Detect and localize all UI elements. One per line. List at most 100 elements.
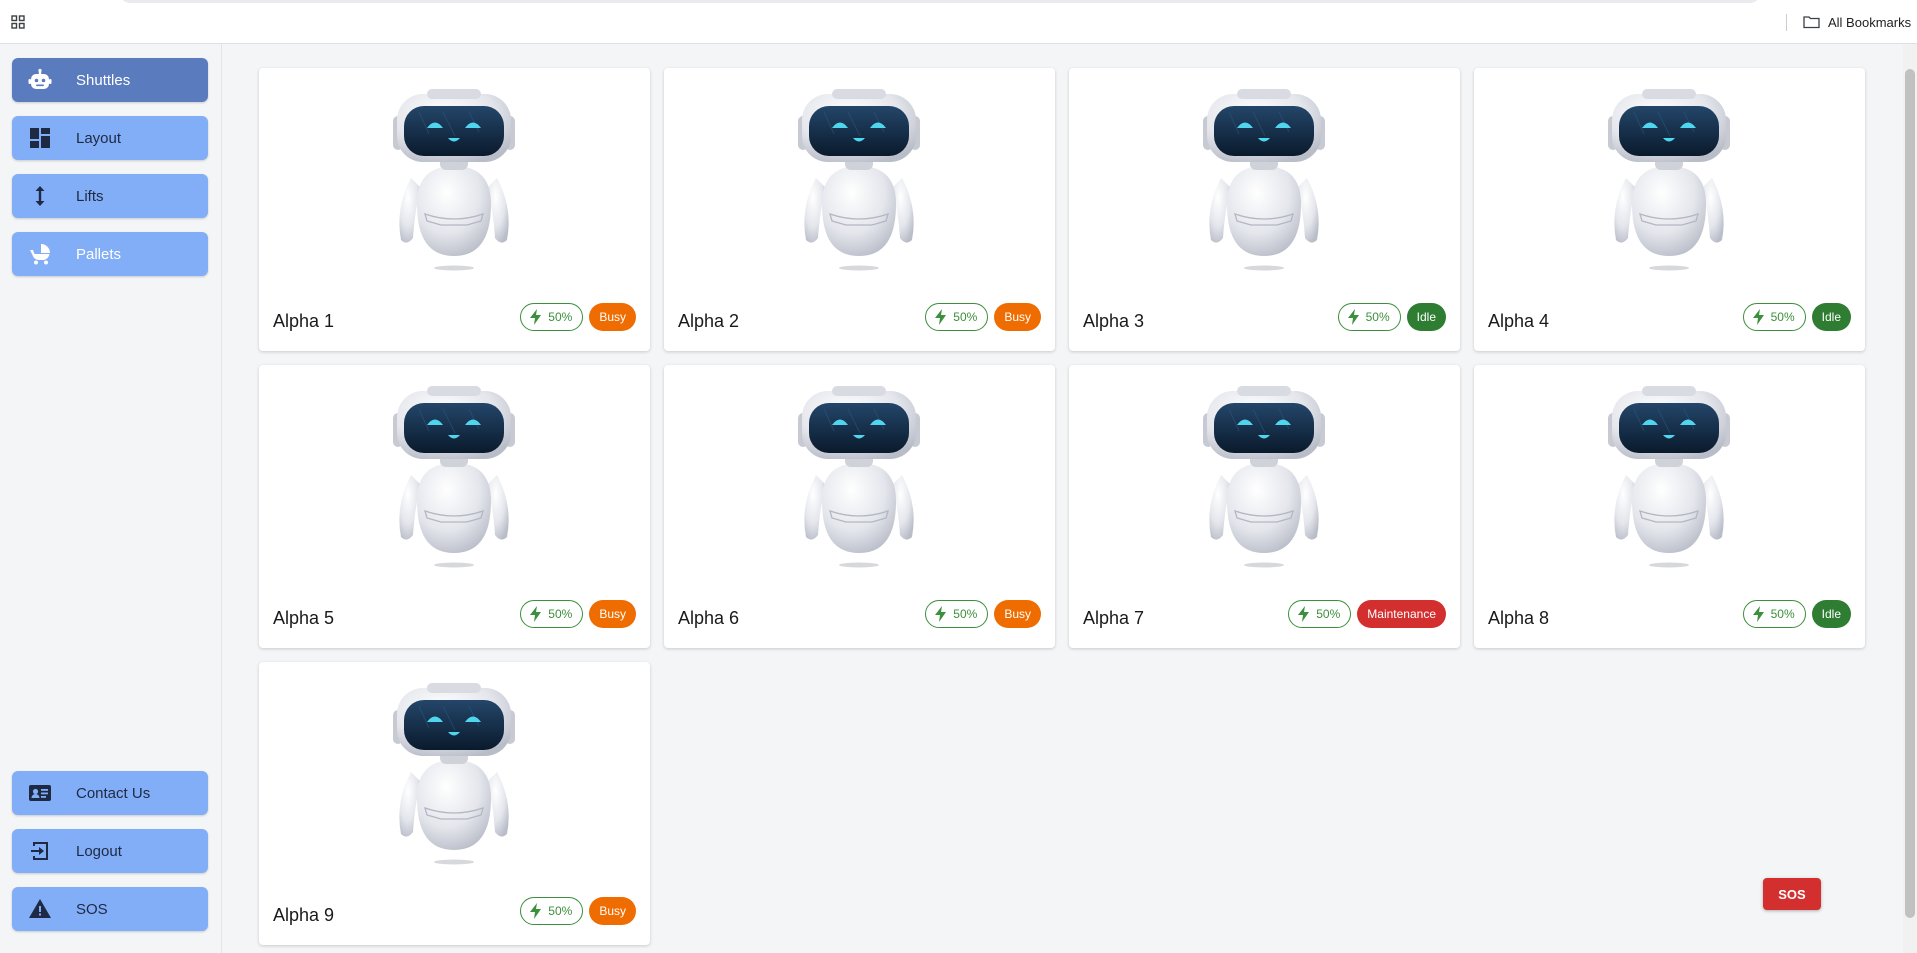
battery-level: 50% (953, 607, 978, 621)
shuttle-name: Alpha 2 (678, 311, 740, 331)
robot-icon (798, 386, 920, 568)
shuttle-name: Alpha 4 (1488, 311, 1550, 331)
battery-chip: 50% (520, 897, 584, 925)
shuttle-card[interactable]: Alpha 4 50% Idle (1474, 68, 1865, 351)
all-bookmarks-label: All Bookmarks (1828, 14, 1912, 30)
shuttle-tags: 50% Idle (1742, 303, 1851, 331)
sidebar-item-shuttles[interactable]: Shuttles (12, 58, 208, 102)
battery-chip: 50% (925, 600, 989, 628)
battery-level: 50% (1770, 607, 1795, 621)
battery-level: 50% (953, 310, 978, 324)
shuttle-tags: 50% Busy (520, 600, 636, 628)
bookmarks-bar: All Bookmarks (0, 0, 1917, 44)
battery-level: 50% (548, 310, 573, 324)
shuttle-name: Alpha 7 (1083, 608, 1145, 628)
shuttle-card[interactable]: Alpha 1 50% Busy (259, 68, 650, 351)
shuttle-card[interactable]: Alpha 3 50% Idle (1069, 68, 1460, 351)
lightning-icon (1347, 309, 1359, 325)
shuttle-tags: 50% Idle (1337, 303, 1446, 331)
shuttle-card[interactable]: Alpha 7 50% Maintenance (1069, 365, 1460, 648)
sidebar-item-label: Lifts (76, 188, 104, 205)
shuttle-tags: 50% Busy (925, 600, 1041, 628)
lightning-icon (935, 309, 947, 325)
robot-icon (1203, 89, 1325, 271)
lightning-icon (1298, 606, 1310, 622)
warning-icon (28, 897, 52, 921)
stroller-icon (28, 242, 52, 266)
battery-level: 50% (548, 904, 573, 918)
battery-chip: 50% (1337, 303, 1401, 331)
scrollbar-thumb[interactable] (1905, 69, 1915, 918)
robot-icon (798, 89, 920, 271)
lightning-icon (530, 606, 542, 622)
sos-floating-button[interactable]: SOS (1763, 878, 1821, 910)
shuttle-tags: 50% Busy (520, 303, 636, 331)
status-badge: Busy (994, 600, 1041, 628)
logout-button[interactable]: Logout (12, 829, 208, 873)
shuttle-tags: 50% Busy (925, 303, 1041, 331)
shuttle-name: Alpha 5 (273, 608, 335, 628)
shuttle-tags: 50% Maintenance (1288, 600, 1446, 628)
sos-nav-button[interactable]: SOS (12, 887, 208, 931)
contact-card-icon (28, 781, 52, 805)
shuttle-card[interactable]: Alpha 6 50% Busy (664, 365, 1055, 648)
shuttle-grid: Alpha 1 50% Busy Alpha 2 50% Busy Alpha … (223, 44, 1903, 953)
bookmarks-separator (1786, 14, 1787, 31)
status-badge: Maintenance (1357, 600, 1446, 628)
shuttle-name: Alpha 8 (1488, 608, 1550, 628)
all-bookmarks-button[interactable]: All Bookmarks (1803, 12, 1911, 32)
battery-chip: 50% (520, 600, 584, 628)
robot-icon (28, 68, 52, 92)
robot-icon (1608, 89, 1730, 271)
shuttle-tags: 50% Idle (1742, 600, 1851, 628)
shuttle-card[interactable]: Alpha 8 50% Idle (1474, 365, 1865, 648)
battery-level: 50% (1770, 310, 1795, 324)
lightning-icon (935, 606, 947, 622)
sidebar: Shuttles Layout Lifts Pallets Contact Us… (0, 44, 222, 953)
dashboard-icon (28, 126, 52, 150)
status-badge: Idle (1406, 303, 1446, 331)
robot-icon (393, 386, 515, 568)
status-badge: Idle (1811, 600, 1851, 628)
shuttle-name: Alpha 3 (1083, 311, 1145, 331)
battery-chip: 50% (925, 303, 989, 331)
status-badge: Busy (994, 303, 1041, 331)
robot-icon (393, 89, 515, 271)
robot-icon (1203, 386, 1325, 568)
logout-icon (28, 839, 52, 863)
battery-chip: 50% (1742, 600, 1806, 628)
shuttle-card[interactable]: Alpha 9 50% Busy (259, 662, 650, 945)
sidebar-item-layout[interactable]: Layout (12, 116, 208, 160)
shuttle-name: Alpha 9 (273, 905, 335, 925)
battery-level: 50% (548, 607, 573, 621)
status-badge: Busy (589, 897, 636, 925)
logout-label: Logout (76, 843, 122, 860)
status-badge: Busy (589, 600, 636, 628)
contact-us-label: Contact Us (76, 785, 151, 802)
battery-chip: 50% (1288, 600, 1352, 628)
sidebar-item-label: Layout (76, 130, 122, 147)
lightning-icon (530, 309, 542, 325)
lightning-icon (1752, 606, 1764, 622)
battery-chip: 50% (1742, 303, 1806, 331)
sos-nav-label: SOS (76, 901, 108, 918)
shuttle-name: Alpha 1 (273, 311, 335, 331)
address-bar-edge (120, 0, 1760, 3)
sidebar-item-pallets[interactable]: Pallets (12, 232, 208, 276)
apps-grid-icon[interactable] (11, 15, 25, 29)
shuttle-tags: 50% Busy (520, 897, 636, 925)
robot-icon (1608, 386, 1730, 568)
battery-level: 50% (1316, 607, 1341, 621)
sidebar-item-lifts[interactable]: Lifts (12, 174, 208, 218)
contact-us-button[interactable]: Contact Us (12, 771, 208, 815)
shuttle-name: Alpha 6 (678, 608, 740, 628)
sidebar-item-label: Pallets (76, 246, 122, 263)
status-badge: Busy (589, 303, 636, 331)
shuttle-card[interactable]: Alpha 2 50% Busy (664, 68, 1055, 351)
lightning-icon (530, 903, 542, 919)
battery-level: 50% (1365, 310, 1390, 324)
robot-icon (393, 683, 515, 865)
battery-chip: 50% (520, 303, 584, 331)
folder-icon (1803, 16, 1820, 29)
shuttle-card[interactable]: Alpha 5 50% Busy (259, 365, 650, 648)
